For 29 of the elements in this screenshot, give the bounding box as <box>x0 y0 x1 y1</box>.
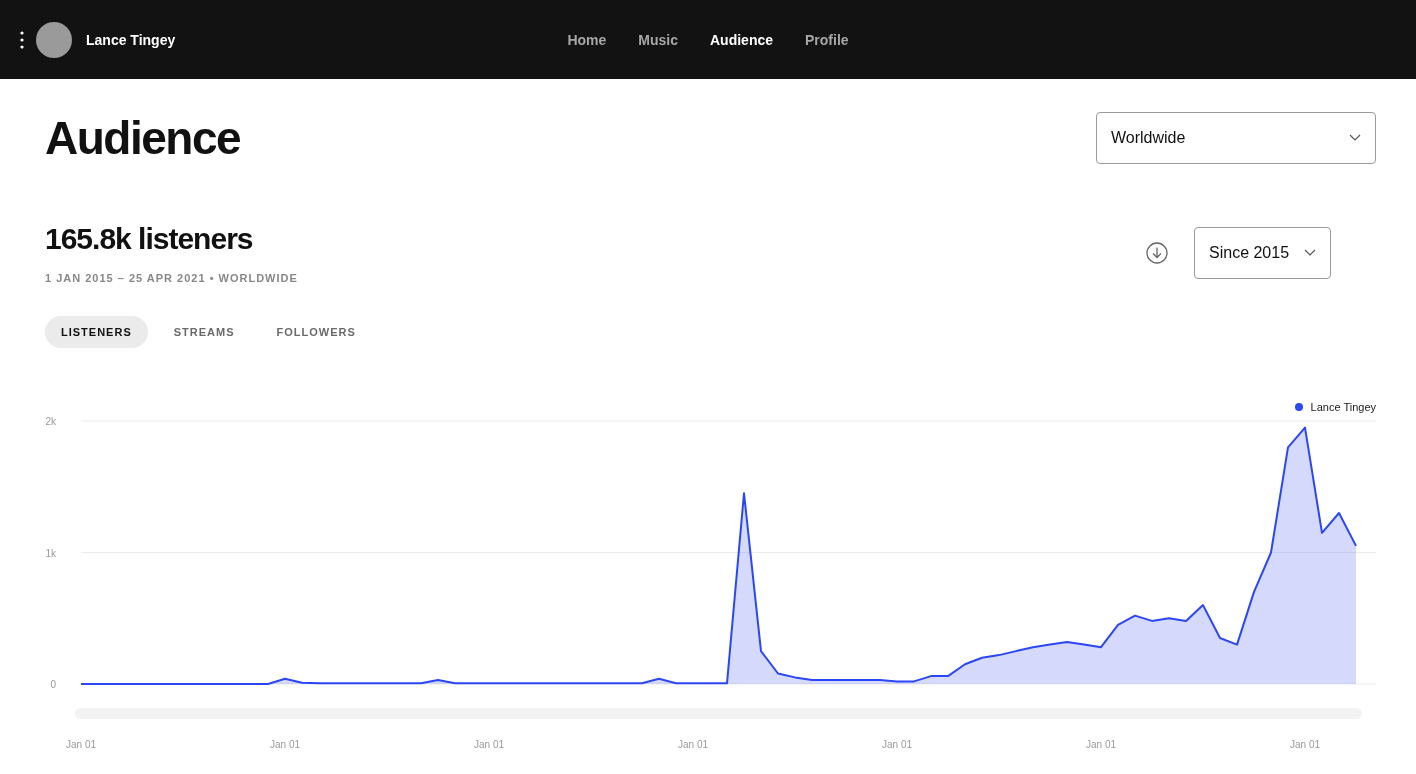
x-axis-label: Jan 01 <box>474 739 504 750</box>
download-icon[interactable] <box>1146 242 1168 264</box>
chevron-down-icon <box>1349 134 1361 142</box>
x-axis-label: Jan 01 <box>1086 739 1116 750</box>
date-range-text: 1 JAN 2015 – 25 APR 2021 • WORLDWIDE <box>45 272 298 284</box>
legend-label: Lance Tingey <box>1310 401 1376 413</box>
nav-link[interactable]: Music <box>638 31 678 48</box>
y-axis-label: 0 <box>50 679 56 690</box>
nav-link[interactable]: Audience <box>710 31 773 48</box>
period-dropdown[interactable]: Since 2015 <box>1194 227 1331 279</box>
page-title: Audience <box>45 111 241 165</box>
y-axis-label: 1k <box>45 547 56 559</box>
nav-link[interactable]: Home <box>567 31 607 48</box>
nav-link[interactable]: Profile <box>805 31 849 48</box>
avatar[interactable] <box>36 21 72 58</box>
region-dropdown[interactable]: Worldwide <box>1096 112 1376 164</box>
x-axis-label: Jan 01 <box>1290 739 1320 750</box>
metric-tab[interactable]: STREAMS <box>157 316 251 348</box>
metric-tab[interactable]: LISTENERS <box>45 316 148 348</box>
metric-tab[interactable]: FOLLOWERS <box>260 316 372 348</box>
x-axis-label: Jan 01 <box>66 739 96 750</box>
y-axis-label: 2k <box>45 417 56 427</box>
x-axis-label: Jan 01 <box>270 739 300 750</box>
x-axis-label: Jan 01 <box>882 739 912 750</box>
more-vertical-icon[interactable] <box>20 30 24 49</box>
x-axis-label: Jan 01 <box>678 739 708 750</box>
chevron-down-icon <box>1304 249 1316 257</box>
listeners-headline: 165.8k listeners <box>45 222 254 256</box>
artist-name: Lance Tingey <box>86 31 176 48</box>
